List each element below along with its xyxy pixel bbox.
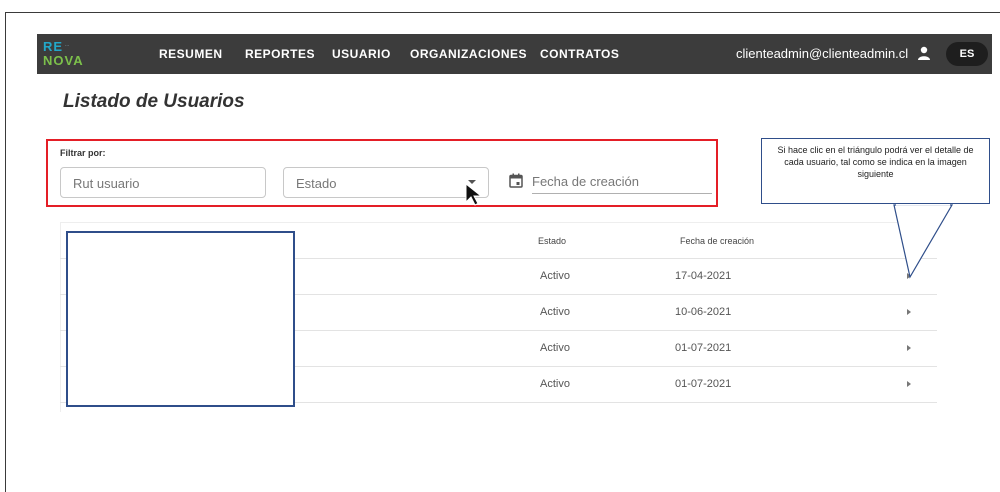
logo-top-small-text: ...	[65, 42, 70, 48]
nav-item-contratos[interactable]: CONTRATOS	[540, 47, 619, 61]
callout-text: Si hace clic en el triángulo podrá ver e…	[777, 145, 974, 179]
annotation-callout: Si hace clic en el triángulo podrá ver e…	[761, 138, 990, 204]
mouse-cursor-icon	[465, 182, 483, 206]
row-fecha: 01-07-2021	[675, 342, 732, 354]
table-top-border	[60, 222, 937, 223]
filter-label: Filtrar por:	[60, 148, 106, 158]
row-estado: Activo	[540, 378, 570, 390]
row-estado: Activo	[540, 270, 570, 282]
estado-select[interactable]: Estado	[283, 167, 489, 198]
expand-triangle-icon[interactable]	[907, 309, 911, 315]
logo-top-text: RE	[43, 39, 64, 54]
page-title: Listado de Usuarios	[63, 91, 245, 112]
person-icon[interactable]	[917, 46, 931, 60]
expand-triangle-icon[interactable]	[907, 273, 911, 279]
row-estado: Activo	[540, 306, 570, 318]
row-estado: Activo	[540, 342, 570, 354]
calendar-icon[interactable]	[509, 173, 523, 188]
rut-usuario-input[interactable]: Rut usuario	[60, 167, 266, 198]
column-header-estado[interactable]: Estado	[538, 236, 566, 246]
estado-placeholder: Estado	[296, 176, 337, 191]
app-logo[interactable]: RE ... NOVA	[43, 39, 113, 69]
expand-triangle-icon[interactable]	[907, 345, 911, 351]
nav-item-usuario[interactable]: USUARIO	[332, 47, 391, 61]
language-button[interactable]: ES	[946, 42, 988, 66]
fecha-creacion-placeholder: Fecha de creación	[532, 174, 639, 189]
fecha-creacion-input[interactable]: Fecha de creación	[532, 170, 712, 194]
nav-item-reportes[interactable]: REPORTES	[245, 47, 315, 61]
nav-item-organizaciones[interactable]: ORGANIZACIONES	[410, 47, 527, 61]
redaction-box	[66, 231, 295, 407]
row-fecha: 01-07-2021	[675, 378, 732, 390]
top-navigation-bar: RE ... NOVA RESUMEN REPORTES USUARIO ORG…	[37, 34, 992, 74]
nav-item-resumen[interactable]: RESUMEN	[159, 47, 223, 61]
rut-usuario-placeholder: Rut usuario	[73, 176, 140, 191]
expand-triangle-icon[interactable]	[907, 381, 911, 387]
row-fecha: 10-06-2021	[675, 306, 732, 318]
column-header-fecha[interactable]: Fecha de creación	[680, 236, 754, 246]
user-email[interactable]: clienteadmin@clienteadmin.cl	[736, 46, 908, 61]
row-fecha: 17-04-2021	[675, 270, 732, 282]
logo-bottom-text: NOVA	[43, 53, 84, 68]
